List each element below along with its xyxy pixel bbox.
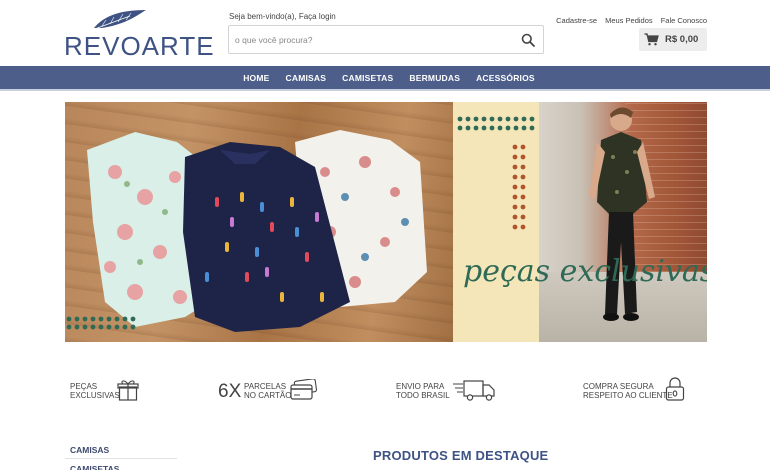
header: REVOARTE Seja bem-vindo(a), Faça login C… — [0, 0, 770, 66]
sidebar-item-camisas[interactable]: CAMISAS — [65, 440, 177, 459]
feature-label-line2: NO CARTÃO — [244, 391, 292, 400]
feather-icon — [91, 10, 146, 31]
feature-label-line1: ENVIO PARA — [396, 382, 445, 391]
nav-item-camisas[interactable]: CAMISAS — [286, 73, 327, 83]
gift-icon — [117, 380, 139, 401]
feature-exclusive: PEÇAS EXCLUSIVAS — [70, 376, 140, 406]
feature-secure: COMPRA SEGURA RESPEITO AO CLIENTE — [583, 376, 693, 406]
welcome-text: Seja bem-vindo(a), Faça login — [229, 12, 336, 21]
category-sidebar: CAMISAS CAMISETAS — [65, 440, 177, 470]
search-input[interactable] — [235, 31, 505, 49]
welcome-label: Seja bem-vindo(a), — [229, 12, 297, 21]
sidebar-item-camisetas[interactable]: CAMISETAS — [65, 459, 177, 470]
feature-label-line2: TODO BRASIL — [396, 391, 450, 400]
hero-banner[interactable]: peças exclusivas — [65, 102, 707, 342]
feature-installments-number: 6X — [218, 381, 242, 402]
lock-icon — [665, 377, 685, 401]
search-box — [228, 25, 544, 54]
nav-item-bermudas[interactable]: BERMUDAS — [409, 73, 460, 83]
cart-total: R$ 0,00 — [665, 34, 699, 45]
nav-item-camisetas[interactable]: CAMISETAS — [342, 73, 393, 83]
feature-shipping: ENVIO PARA TODO BRASIL — [396, 376, 496, 406]
feature-label-line1: PARCELAS — [244, 382, 287, 391]
credit-card-icon — [290, 379, 318, 400]
logo[interactable]: REVOARTE — [64, 8, 215, 61]
truck-icon — [453, 380, 495, 401]
my-orders-link[interactable]: Meus Pedidos — [605, 16, 653, 25]
main-nav: HOME CAMISAS CAMISETAS BERMUDAS ACESSÓRI… — [0, 66, 770, 91]
model-figure — [457, 107, 655, 321]
nav-item-acessorios[interactable]: ACESSÓRIOS — [476, 73, 535, 83]
feature-installments: 6X PARCELAS NO CARTÃO — [218, 376, 318, 406]
login-link[interactable]: Faça login — [299, 12, 336, 21]
feature-label-line2: RESPEITO AO CLIENTE — [583, 391, 673, 400]
feature-label-line1: PEÇAS — [70, 382, 98, 391]
top-links: Cadastre-se Meus Pedidos Fale Conosco — [550, 16, 707, 25]
contact-link[interactable]: Fale Conosco — [661, 16, 707, 25]
signup-link[interactable]: Cadastre-se — [556, 16, 597, 25]
feature-label-line1: COMPRA SEGURA — [583, 382, 654, 391]
cart-button[interactable]: R$ 0,00 — [639, 28, 707, 51]
feature-label-line2: EXCLUSIVAS — [70, 391, 120, 400]
search-icon[interactable] — [521, 33, 535, 47]
featured-products-title: PRODUTOS EM DESTAQUE — [373, 448, 549, 463]
cart-icon — [644, 33, 659, 46]
logo-text: REVOARTE — [64, 31, 215, 61]
banner-tagline: peças exclusivas — [463, 254, 707, 289]
nav-item-home[interactable]: HOME — [243, 73, 269, 83]
